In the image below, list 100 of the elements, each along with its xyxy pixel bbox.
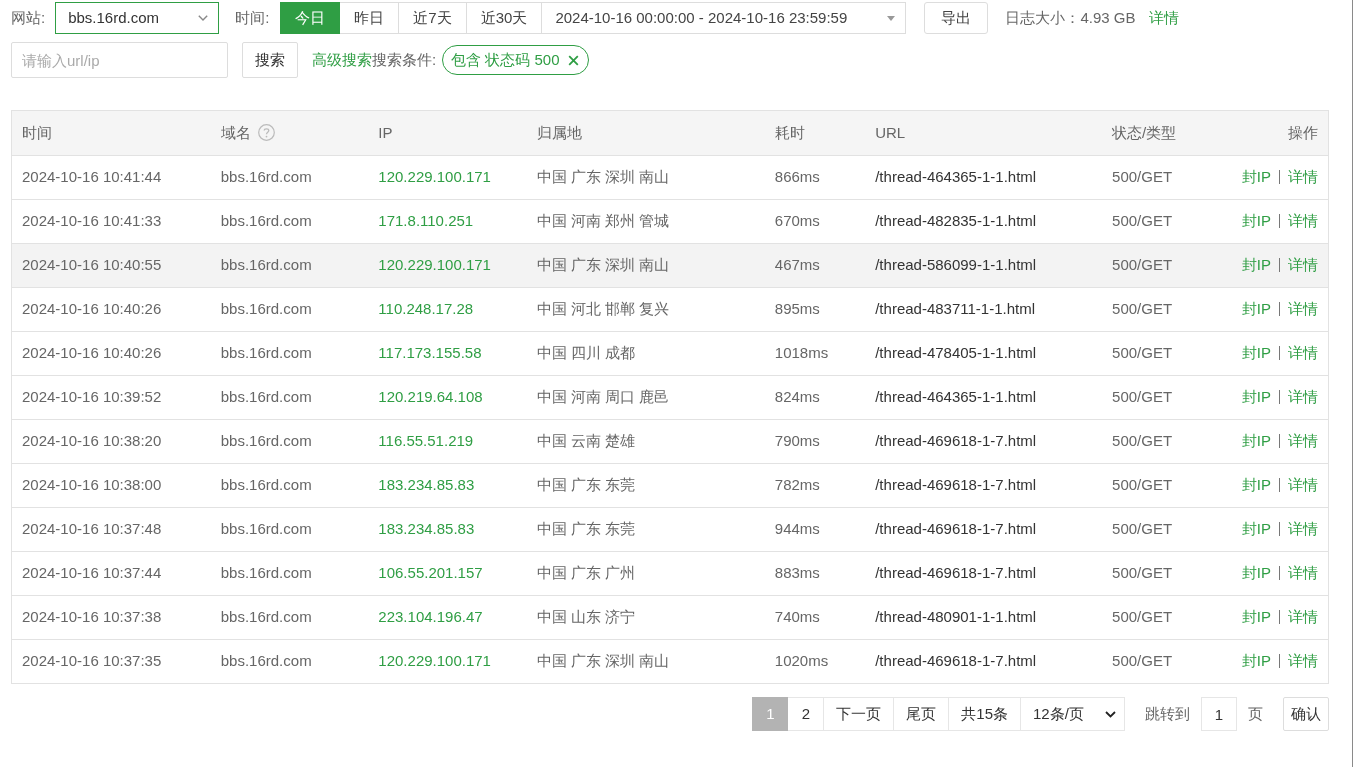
- block-ip-link[interactable]: 封IP: [1241, 165, 1271, 189]
- domain-cell: bbs.16rd.com: [220, 652, 312, 669]
- site-label: 网站:: [11, 7, 46, 28]
- block-ip-link[interactable]: 封IP: [1241, 297, 1271, 321]
- export-button[interactable]: 导出: [924, 2, 989, 34]
- page-link[interactable]: 1: [752, 697, 789, 731]
- location-cell: 中国 山东 济宁: [536, 607, 636, 625]
- domain-cell: bbs.16rd.com: [220, 607, 312, 625]
- duration-cell: 790ms: [774, 431, 820, 449]
- status-cell: 500/GET: [1112, 255, 1173, 273]
- duration-cell: 782ms: [774, 475, 820, 493]
- column-header: 域名: [220, 123, 251, 141]
- domain-cell: bbs.16rd.com: [220, 431, 312, 449]
- domain-cell: bbs.16rd.com: [220, 255, 312, 273]
- status-cell: 500/GET: [1112, 563, 1173, 581]
- column-header: IP: [378, 123, 393, 141]
- ip-cell: 223.104.196.47: [378, 607, 483, 625]
- time-range-button[interactable]: 近30天: [466, 2, 543, 34]
- site-select[interactable]: bbs.16rd.com: [55, 2, 220, 34]
- location-cell: 中国 四川 成都: [536, 343, 636, 361]
- url-cell: /thread-469618-1-7.html: [875, 475, 1037, 493]
- page-number-field[interactable]: 1: [1201, 697, 1237, 731]
- block-ip-link[interactable]: 封IP: [1241, 561, 1271, 585]
- block-ip-link[interactable]: 封IP: [1241, 209, 1271, 233]
- block-ip-link[interactable]: 封IP: [1241, 385, 1271, 409]
- page-unit-label: 页: [1248, 703, 1263, 724]
- time-cell: 2024-10-16 10:37:35: [22, 652, 162, 669]
- url-cell: /thread-469618-1-7.html: [875, 431, 1037, 449]
- time-range-button[interactable]: 今日: [280, 2, 341, 34]
- advanced-search-link[interactable]: 高级搜索: [312, 48, 372, 72]
- status-cell: 500/GET: [1112, 299, 1173, 317]
- block-ip-link[interactable]: 封IP: [1241, 605, 1271, 629]
- column-header: 归属地: [536, 123, 582, 141]
- column-header: URL: [875, 123, 906, 141]
- ip-cell: 120.219.64.108: [378, 387, 483, 405]
- details-link[interactable]: 详情: [1288, 341, 1318, 365]
- block-ip-link[interactable]: 封IP: [1241, 429, 1271, 453]
- last-page-link[interactable]: 尾页: [894, 697, 950, 731]
- url-cell: /thread-469618-1-7.html: [875, 519, 1037, 537]
- domain-cell: bbs.16rd.com: [220, 563, 312, 581]
- ip-cell: 110.248.17.28: [378, 299, 474, 317]
- ip-cell: 171.8.110.251: [378, 211, 474, 229]
- duration-cell: 944ms: [774, 519, 820, 537]
- location-cell: 中国 广东 广州: [536, 563, 636, 581]
- block-ip-link[interactable]: 封IP: [1241, 473, 1271, 497]
- page-size-select[interactable]: 12条/页: [1021, 697, 1125, 731]
- time-range-button[interactable]: 昨日: [340, 2, 400, 34]
- domain-cell: bbs.16rd.com: [220, 211, 312, 229]
- location-cell: 中国 广东 深圳 南山: [536, 652, 670, 669]
- domain-cell: bbs.16rd.com: [220, 519, 312, 537]
- time-cell: 2024-10-16 10:37:38: [22, 607, 162, 625]
- details-link[interactable]: 详情: [1149, 6, 1180, 30]
- block-ip-link[interactable]: 封IP: [1241, 253, 1271, 277]
- time-cell: 2024-10-16 10:37:44: [22, 563, 162, 581]
- url-cell: /thread-469618-1-7.html: [875, 563, 1037, 581]
- block-ip-link[interactable]: 封IP: [1241, 650, 1271, 673]
- search-button[interactable]: 搜索: [242, 42, 298, 78]
- block-ip-link[interactable]: 封IP: [1241, 341, 1271, 365]
- close-icon: [567, 54, 579, 66]
- ip-cell: 183.234.85.83: [378, 519, 475, 537]
- details-link[interactable]: 详情: [1288, 209, 1318, 233]
- ip-cell: 117.173.155.58: [378, 343, 482, 361]
- location-cell: 中国 河南 周口 鹿邑: [536, 387, 670, 405]
- duration-cell: 895ms: [774, 299, 820, 317]
- next-page-link[interactable]: 下一页: [824, 697, 895, 731]
- domain-cell: bbs.16rd.com: [220, 475, 312, 493]
- location-cell: 中国 河南 郑州 管城: [536, 211, 670, 229]
- search-field[interactable]: 请输入url/ip: [11, 42, 228, 78]
- log-size-text: 日志大小：4.93 GB: [1005, 7, 1136, 28]
- time-cell: 2024-10-16 10:41:44: [22, 167, 162, 185]
- details-link[interactable]: 详情: [1288, 517, 1318, 541]
- url-cell: /thread-483711-1-1.html: [875, 299, 1036, 317]
- column-header: 耗时: [774, 123, 805, 141]
- block-ip-link[interactable]: 封IP: [1241, 517, 1271, 541]
- details-link[interactable]: 详情: [1288, 385, 1318, 409]
- status-cell: 500/GET: [1112, 475, 1173, 493]
- ip-cell: 120.229.100.171: [378, 255, 491, 273]
- details-link[interactable]: 详情: [1288, 297, 1318, 321]
- status-cell: 500/GET: [1112, 167, 1173, 185]
- domain-cell: bbs.16rd.com: [220, 387, 312, 405]
- domain-cell: bbs.16rd.com: [220, 167, 312, 185]
- date-range-field[interactable]: 2024-10-16 00:00:00 - 2024-10-16 23:59:59: [542, 2, 907, 34]
- details-link[interactable]: 详情: [1288, 253, 1318, 277]
- location-cell: 中国 广东 深圳 南山: [536, 167, 670, 185]
- details-link[interactable]: 详情: [1288, 561, 1318, 585]
- confirm-button[interactable]: 确认: [1283, 697, 1329, 731]
- chevron-down-icon: [1105, 710, 1116, 718]
- details-link[interactable]: 详情: [1288, 165, 1318, 189]
- time-cell: 2024-10-16 10:40:26: [22, 299, 162, 317]
- page-link[interactable]: 2: [788, 697, 825, 731]
- status-cell: 500/GET: [1112, 211, 1173, 229]
- status-cell: 500/GET: [1112, 431, 1173, 449]
- details-link[interactable]: 详情: [1288, 650, 1318, 673]
- time-cell: 2024-10-16 10:38:20: [22, 431, 162, 449]
- ip-cell: 183.234.85.83: [378, 475, 475, 493]
- details-link[interactable]: 详情: [1288, 473, 1318, 497]
- duration-cell: 1020ms: [774, 652, 829, 669]
- details-link[interactable]: 详情: [1288, 605, 1318, 629]
- details-link[interactable]: 详情: [1288, 429, 1318, 453]
- time-range-button[interactable]: 近7天: [399, 2, 467, 34]
